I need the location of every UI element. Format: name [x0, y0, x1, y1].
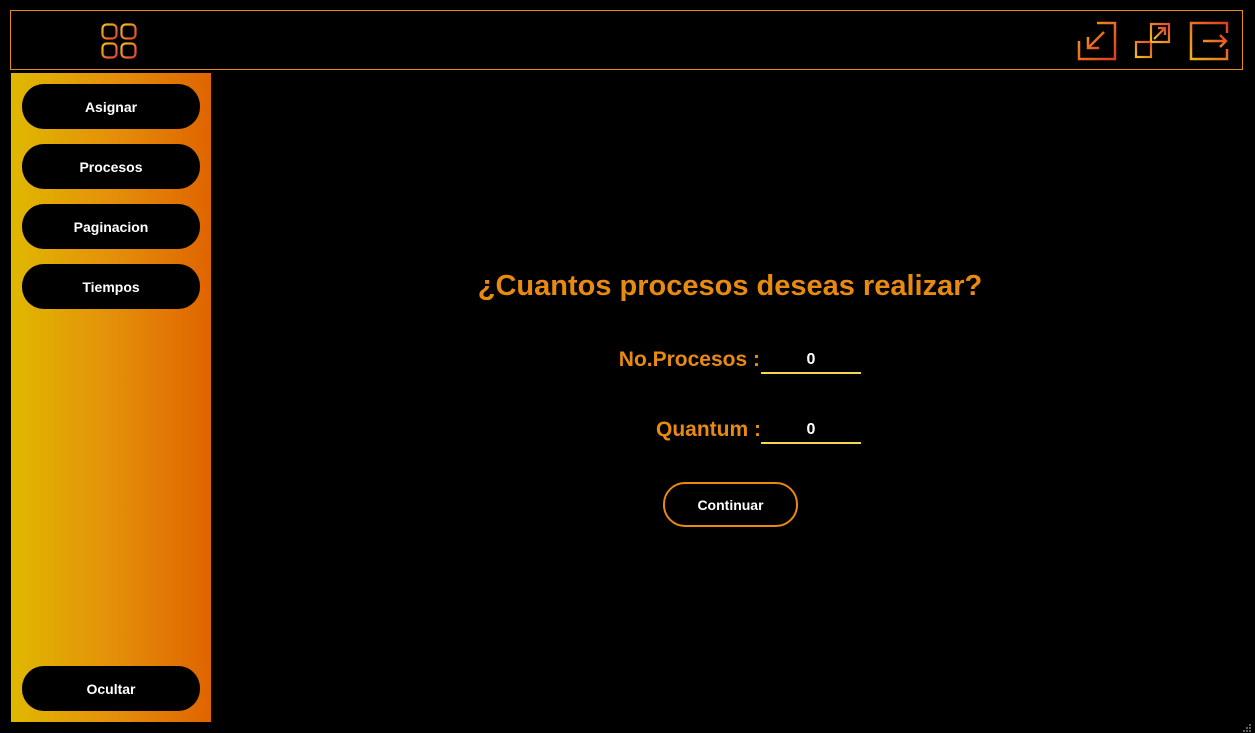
sidebar: Asignar Procesos Paginacion Tiempos Ocul…: [11, 73, 211, 722]
sidebar-item-tiempos[interactable]: Tiempos: [22, 264, 200, 309]
sidebar-item-asignar[interactable]: Asignar: [22, 84, 200, 129]
restore-window-icon: [1134, 22, 1171, 59]
resize-grip-icon[interactable]: [1242, 720, 1252, 732]
procesos-input[interactable]: [761, 348, 861, 374]
sidebar-item-paginacion[interactable]: Paginacion: [22, 204, 200, 249]
restore-button[interactable]: [1134, 21, 1174, 61]
close-button[interactable]: [1189, 21, 1229, 61]
sidebar-item-procesos[interactable]: Procesos: [22, 144, 200, 189]
continue-button[interactable]: Continuar: [663, 482, 798, 527]
page-title: ¿Cuantos procesos deseas realizar?: [477, 270, 983, 302]
exit-icon: [1189, 21, 1229, 61]
app-window: Asignar Procesos Paginacion Tiempos Ocul…: [0, 0, 1255, 733]
hide-sidebar-button[interactable]: Ocultar: [22, 666, 200, 711]
quantum-label: Quantum :: [656, 418, 761, 441]
minimize-button[interactable]: [1077, 21, 1117, 61]
grid-menu-icon[interactable]: [101, 23, 141, 63]
minimize-arrow-icon: [1077, 21, 1117, 61]
procesos-label: No.Procesos :: [618, 348, 760, 371]
quantum-input[interactable]: [761, 418, 861, 444]
title-bar: [10, 10, 1243, 70]
